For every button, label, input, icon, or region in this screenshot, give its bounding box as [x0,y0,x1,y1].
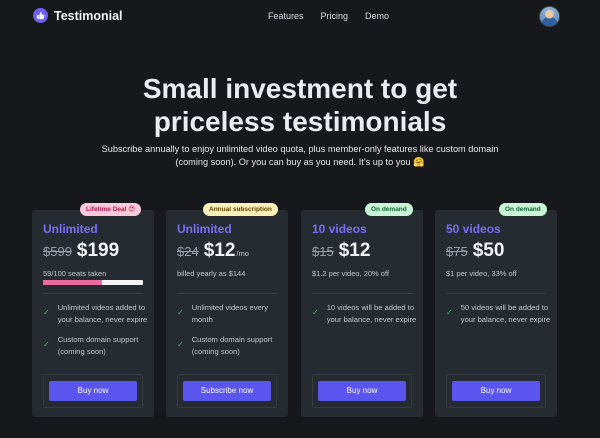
check-icon: ✓ [177,308,184,317]
price-row: $24 $12 /mo [177,240,249,262]
original-price: $24 [177,244,199,259]
current-price: $199 [76,240,120,261]
original-price: $75 [446,244,468,259]
seats-progress-fill [43,280,102,285]
feature-item: ✓ 50 videos will be added to your balanc… [446,302,551,326]
hero-title-line-2: priceless testimonials [153,106,447,137]
check-icon: ✓ [312,308,319,317]
feature-list: ✓ Unlimited videos every month ✓ Custom … [177,302,282,366]
plan-name: Unlimited [177,222,232,236]
feature-list: ✓ 10 videos will be added to your balanc… [312,302,417,334]
plan-name: Unlimited [43,222,98,236]
price-period: /mo [236,249,249,258]
subscribe-now-button[interactable]: Subscribe now [183,381,271,401]
buy-now-button[interactable]: Buy now [49,381,137,401]
pricing-card-annual: Annual subscription Unlimited $24 $12 /m… [166,203,288,417]
badge-annual-subscription: Annual subscription [203,203,278,216]
feature-item: ✓ 10 videos will be added to your balanc… [312,302,417,326]
original-price: $15 [312,244,334,259]
pricing-card-lifetime: Lifetime Deal 😍 Unlimited $599 $199 59/1… [32,203,154,417]
feature-text: Unlimited videos every month [191,303,269,324]
feature-item: ✓ Unlimited videos every month [177,302,282,326]
buy-now-button[interactable]: Buy now [318,381,406,401]
nav-links: Features Pricing Demo [268,11,389,21]
billing-note: billed yearly as $144 [177,269,246,278]
nav-link-features[interactable]: Features [268,11,304,21]
price-row: $15 $12 [312,240,370,262]
plan-name: 50 videos [446,222,501,236]
pricing-card-50-videos: On demand 50 videos $75 $50 $1 per video… [435,203,557,417]
nav-link-demo[interactable]: Demo [365,11,389,21]
original-price: $599 [43,244,72,259]
feature-item: ✓ Unlimited videos added to your balance… [43,302,148,326]
plan-name: 10 videos [312,222,367,236]
current-price: $12 [338,240,371,261]
brand-name: Testimonial [54,8,123,23]
nav-link-pricing[interactable]: Pricing [321,11,349,21]
badge-lifetime-deal: Lifetime Deal 😍 [80,203,142,216]
current-price: $50 [472,240,505,261]
per-video-note: $1.2 per video, 20% off [312,269,389,278]
badge-on-demand: On demand [499,203,547,216]
feature-text: Custom domain support (coming soon) [191,335,273,356]
check-icon: ✓ [446,308,453,317]
buy-now-button[interactable]: Buy now [452,381,540,401]
per-video-note: $1 per video, 33% off [446,269,517,278]
feature-item: ✓ Custom domain support (coming soon) [177,334,282,358]
feature-list: ✓ 50 videos will be added to your balanc… [446,302,551,334]
top-navbar: Testimonial Features Pricing Demo [0,0,600,34]
button-container: Subscribe now [177,374,277,408]
brand-thumbs-up-icon [33,8,48,23]
divider [177,293,277,294]
badge-on-demand: On demand [365,203,413,216]
divider [446,293,546,294]
seats-taken-label: 59/100 seats taken [43,269,107,278]
button-container: Buy now [312,374,412,408]
feature-text: 10 videos will be added to your balance,… [326,303,417,324]
divider [312,293,412,294]
hero-title: Small investment to get priceless testim… [0,72,600,138]
feature-text: Custom domain support (coming soon) [57,335,139,356]
check-icon: ✓ [177,340,184,349]
check-icon: ✓ [43,340,50,349]
seats-progress-bar [43,280,143,285]
divider [43,293,143,294]
button-container: Buy now [43,374,143,408]
pricing-card-10-videos: On demand 10 videos $15 $12 $1.2 per vid… [301,203,423,417]
check-icon: ✓ [43,308,50,317]
feature-item: ✓ Custom domain support (coming soon) [43,334,148,358]
feature-text: 50 videos will be added to your balance,… [460,303,551,324]
hero-subtitle: Subscribe annually to enjoy unlimited vi… [101,144,499,167]
feature-list: ✓ Unlimited videos added to your balance… [43,302,148,366]
price-row: $599 $199 [43,240,119,262]
user-avatar[interactable] [539,6,560,27]
brand-logo[interactable]: Testimonial [33,8,123,23]
hero-title-line-1: Small investment to get [142,73,458,104]
price-row: $75 $50 [446,240,504,262]
button-container: Buy now [446,374,546,408]
feature-text: Unlimited videos added to your balance, … [57,303,148,324]
current-price: $12 [203,240,236,261]
